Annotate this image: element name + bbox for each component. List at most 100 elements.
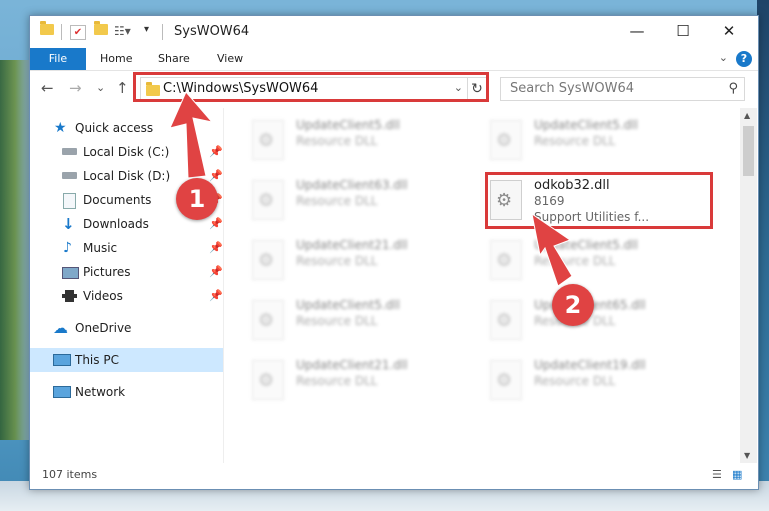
sidebar-item-pictures[interactable]: Pictures 📌 [30,260,223,284]
file-name: UpdateClient21.dll [296,238,408,252]
computer-icon [53,354,71,366]
file-name: UpdateClient5.dll [534,238,638,252]
quick-access-dropdown-icon[interactable]: ▾ [144,24,149,40]
tab-view[interactable]: View [217,48,243,70]
new-folder-icon[interactable] [94,21,108,40]
callout-2: 2 [552,284,594,326]
star-icon: ★ [54,120,67,136]
navigation-bar: ← → ⌄ ↑ C:\Windows\SysWOW64 ⌄ ↻ Search S… [30,71,758,107]
search-input[interactable]: Search SysWOW64 ⚲ [500,77,745,101]
recent-locations-icon[interactable]: ⌄ [96,81,105,94]
callout-1: 1 [176,178,218,220]
list-item[interactable]: UpdateClient21.dll Resource DLL [252,356,482,412]
sidebar-item-this-pc[interactable]: This PC [30,348,223,372]
item-count: 107 items [42,468,98,481]
sidebar-item-label: Pictures [83,265,131,279]
sidebar-item-label: Downloads [83,217,149,231]
pin-icon[interactable]: 📌 [209,236,223,260]
file-type: Resource DLL [534,374,616,388]
dll-file-icon [252,120,284,160]
background-palm [0,60,30,440]
list-item[interactable]: UpdateClient5.dll Resource DLL [490,236,720,292]
file-type: Resource DLL [534,134,616,148]
forward-icon[interactable]: → [69,79,82,97]
back-icon[interactable]: ← [41,79,54,97]
drive-icon [62,148,77,155]
sidebar-item-onedrive[interactable]: ☁ OneDrive [30,316,223,340]
sidebar-item-videos[interactable]: Videos 📌 [30,284,223,308]
list-item[interactable]: UpdateClient5.dll Resource DLL [252,296,482,352]
tab-home[interactable]: Home [100,48,132,70]
vertical-scrollbar[interactable]: ▲ ▼ [740,108,757,463]
customize-toolbar-icon[interactable]: ☷▾ [114,24,131,40]
search-icon: ⚲ [728,81,738,96]
sidebar-item-label: OneDrive [75,321,132,335]
window-title: SysWOW64 [174,24,250,39]
details-view-icon[interactable]: ☰ [712,468,726,481]
dll-file-icon [252,300,284,340]
scroll-down-icon[interactable]: ▼ [744,451,750,460]
pictures-icon [62,267,79,279]
file-type: Resource DLL [296,134,378,148]
drive-icon [62,172,77,179]
file-type: Resource DLL [296,194,378,208]
file-name: UpdateClient5.dll [534,118,638,132]
tiles-view-icon[interactable]: ▦ [732,468,746,481]
file-list: UpdateClient5.dll Resource DLL UpdateCli… [226,108,740,463]
close-button[interactable]: ✕ [706,16,752,47]
list-item[interactable]: UpdateClient65.dll Resource DLL [490,296,720,352]
pin-icon[interactable]: 📌 [209,140,223,164]
list-item[interactable]: UpdateClient19.dll Resource DLL [490,356,720,412]
up-icon[interactable]: ↑ [116,79,129,97]
dll-file-icon [490,120,522,160]
sidebar-item-label: Quick access [75,121,154,135]
file-name: UpdateClient19.dll [534,358,646,372]
sidebar-item-label: This PC [75,353,119,367]
title-bar: ✔ ☷▾ ▾ SysWOW64 — ☐ ✕ [30,16,758,48]
help-icon[interactable]: ? [736,51,752,67]
tab-share[interactable]: Share [158,48,190,70]
dll-file-icon [252,360,284,400]
pin-icon[interactable]: 📌 [209,260,223,284]
minimize-button[interactable]: — [614,16,660,47]
ribbon-tabs: File Home Share View ⌄ ? [30,48,758,71]
file-explorer-window: ✔ ☷▾ ▾ SysWOW64 — ☐ ✕ File Home Share Vi… [29,15,759,490]
sidebar-item-label: Local Disk (D:) [83,169,171,183]
pin-icon[interactable]: 📌 [209,212,223,236]
scroll-thumb[interactable] [743,126,754,176]
maximize-button[interactable]: ☐ [660,16,706,47]
sidebar-item-local-disk-c[interactable]: Local Disk (C:) 📌 [30,140,223,164]
sidebar-item-network[interactable]: Network [30,380,223,404]
documents-icon [63,193,76,209]
sidebar-item-label: Network [75,385,126,399]
file-highlight-box [485,172,713,229]
dll-file-icon [490,360,522,400]
list-item[interactable]: UpdateClient5.dll Resource DLL [490,116,720,172]
dll-file-icon [490,300,522,340]
list-item[interactable]: UpdateClient21.dll Resource DLL [252,236,482,292]
list-item[interactable]: UpdateClient5.dll Resource DLL [252,116,482,172]
pin-icon[interactable]: 📌 [209,284,223,308]
dll-file-icon [252,180,284,220]
file-type: Resource DLL [296,374,378,388]
expand-ribbon-icon[interactable]: ⌄ [719,51,728,64]
address-highlight-box [133,72,489,102]
download-icon: ↓ [62,215,75,233]
file-name: UpdateClient63.dll [296,178,408,192]
sidebar-item-music[interactable]: ♪ Music 📌 [30,236,223,260]
sidebar-item-label: Videos [83,289,123,303]
tab-file[interactable]: File [30,48,86,70]
pane-divider [223,108,224,463]
search-placeholder: Search SysWOW64 [510,81,634,96]
properties-icon[interactable]: ✔ [70,25,86,40]
folder-icon[interactable] [40,21,54,40]
sidebar-item-quick-access[interactable]: ★ Quick access [30,116,223,140]
dll-file-icon [252,240,284,280]
file-type: Resource DLL [534,254,616,268]
divider [162,24,163,40]
sidebar-item-label: Music [83,241,118,255]
file-name: UpdateClient21.dll [296,358,408,372]
list-item[interactable]: UpdateClient63.dll Resource DLL [252,176,482,232]
scroll-up-icon[interactable]: ▲ [744,111,750,120]
sidebar-item-label: Local Disk (C:) [83,145,170,159]
